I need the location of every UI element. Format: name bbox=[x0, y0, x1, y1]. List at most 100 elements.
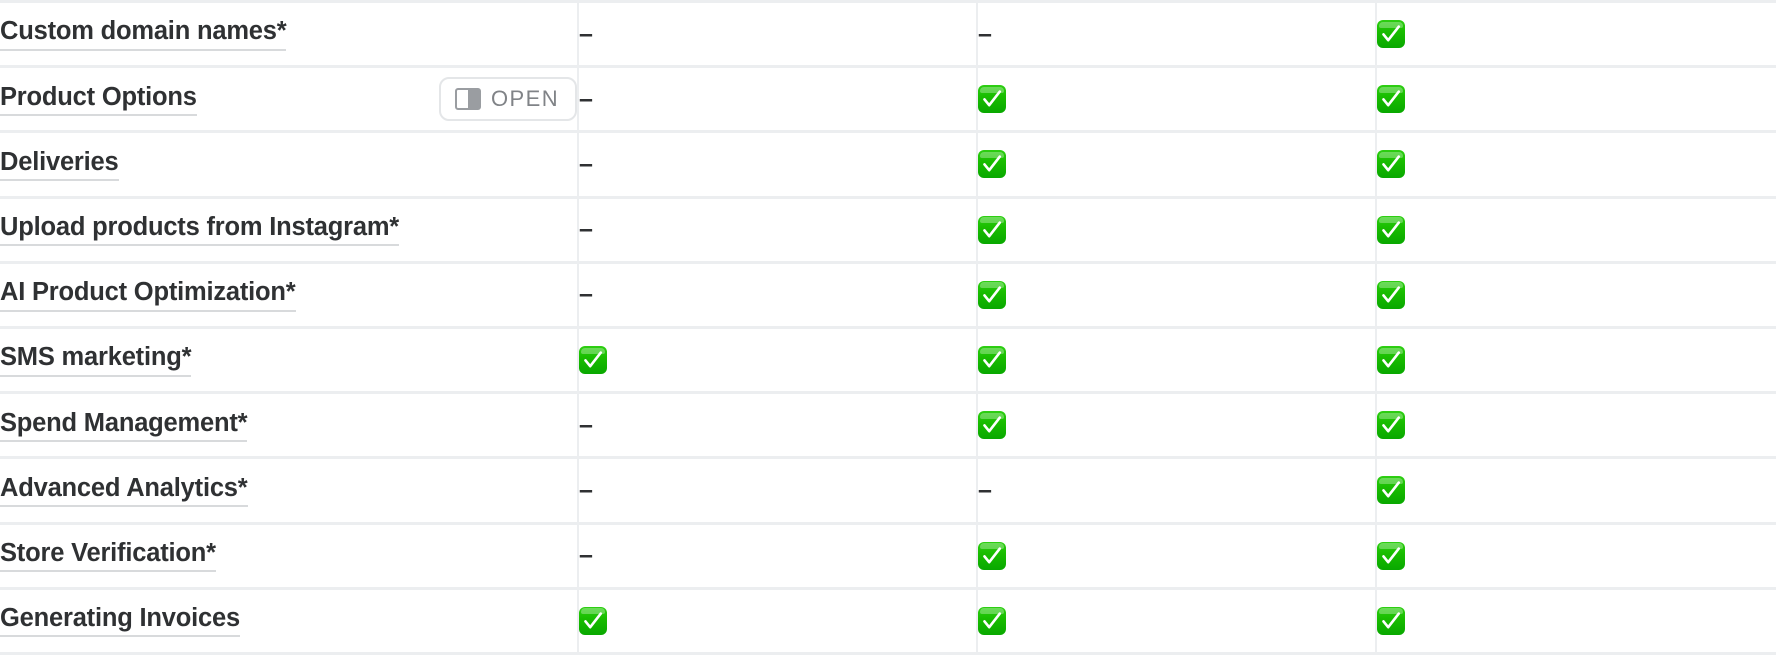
feature-name-row: Generating Invoices bbox=[0, 604, 577, 638]
feature-name-row: Product Options OPEN bbox=[0, 77, 577, 122]
feature-name-cell: Advanced Analytics* bbox=[0, 456, 579, 523]
feature-name-row: Upload products from Instagram* bbox=[0, 213, 577, 247]
feature-name-cell: Upload products from Instagram* bbox=[0, 195, 579, 263]
table-row: Upload products from Instagram* – bbox=[0, 195, 1776, 263]
plan-1-cell: – bbox=[578, 456, 978, 523]
plan-2-cell bbox=[977, 521, 1377, 589]
feature-label: Store Verification* bbox=[0, 539, 216, 573]
check-icon bbox=[978, 215, 1006, 244]
check-icon bbox=[978, 85, 1006, 114]
unavailable-dash: – bbox=[579, 541, 593, 570]
plan-2-cell bbox=[977, 260, 1377, 328]
unavailable-dash: – bbox=[579, 19, 593, 48]
check-icon bbox=[579, 346, 607, 375]
check-icon bbox=[1377, 150, 1405, 179]
plan-3-cell bbox=[1376, 260, 1776, 328]
plan-2-cell bbox=[977, 65, 1377, 132]
check-icon bbox=[579, 606, 607, 635]
check-icon bbox=[1377, 411, 1405, 440]
feature-label: Generating Invoices bbox=[0, 604, 240, 638]
check-icon bbox=[1377, 346, 1405, 375]
feature-name-row: Deliveries bbox=[0, 148, 577, 182]
feature-name-row: Spend Management* bbox=[0, 409, 577, 442]
check-icon bbox=[978, 541, 1006, 570]
feature-name-cell: Product Options OPEN bbox=[0, 65, 579, 132]
plan-2-cell bbox=[977, 391, 1377, 458]
check-icon bbox=[1377, 215, 1405, 244]
feature-comparison-table: Custom domain names* – – Product Options OPE… bbox=[0, 0, 1776, 655]
open-button-label: OPEN bbox=[491, 86, 559, 112]
table-row: Deliveries – bbox=[0, 130, 1776, 198]
feature-name-cell: Spend Management* bbox=[0, 391, 579, 458]
unavailable-dash: – bbox=[579, 280, 593, 309]
open-button[interactable]: OPEN bbox=[439, 77, 577, 122]
plan-2-cell bbox=[977, 130, 1377, 198]
feature-name-row: Custom domain names* bbox=[0, 17, 577, 51]
feature-name-cell: Custom domain names* bbox=[0, 0, 579, 67]
feature-name-row: Advanced Analytics* bbox=[0, 474, 577, 508]
plan-1-cell: – bbox=[578, 521, 978, 589]
feature-label: SMS marketing* bbox=[0, 343, 192, 377]
feature-label: Deliveries bbox=[0, 148, 119, 182]
plan-2-cell: – bbox=[977, 456, 1377, 523]
check-icon bbox=[1377, 541, 1405, 570]
feature-name-cell: Store Verification* bbox=[0, 521, 579, 589]
feature-label: Custom domain names* bbox=[0, 17, 287, 51]
table-row: Store Verification* – bbox=[0, 521, 1776, 589]
plan-3-cell bbox=[1376, 0, 1776, 67]
table-row: SMS marketing* bbox=[0, 325, 1776, 393]
feature-label: Product Options bbox=[0, 83, 197, 116]
unavailable-dash: – bbox=[579, 215, 593, 244]
feature-table-body: Custom domain names* – – Product Options OPE… bbox=[0, 0, 1776, 655]
plan-1-cell: – bbox=[578, 0, 978, 67]
plan-1-cell: – bbox=[578, 130, 978, 198]
check-icon bbox=[978, 606, 1006, 635]
plan-3-cell bbox=[1376, 521, 1776, 589]
check-icon bbox=[1377, 280, 1405, 309]
check-icon bbox=[978, 411, 1006, 440]
check-icon bbox=[978, 150, 1006, 179]
table-row: Generating Invoices bbox=[0, 586, 1776, 655]
plan-1-cell: – bbox=[578, 260, 978, 328]
feature-name-row: Store Verification* bbox=[0, 539, 577, 573]
check-icon bbox=[978, 346, 1006, 375]
plan-2-cell: – bbox=[977, 0, 1377, 67]
feature-label: Spend Management* bbox=[0, 409, 248, 442]
unavailable-dash: – bbox=[579, 410, 593, 439]
table-row: Advanced Analytics* – – bbox=[0, 456, 1776, 523]
plan-3-cell bbox=[1376, 325, 1776, 393]
feature-label: AI Product Optimization* bbox=[0, 278, 296, 312]
feature-name-cell: AI Product Optimization* bbox=[0, 260, 579, 328]
feature-name-cell: Generating Invoices bbox=[0, 586, 579, 655]
unavailable-dash: – bbox=[978, 475, 992, 504]
table-row: Product Options OPEN – bbox=[0, 65, 1776, 132]
check-icon bbox=[1377, 476, 1405, 505]
plan-3-cell bbox=[1376, 586, 1776, 655]
plan-3-cell bbox=[1376, 65, 1776, 132]
unavailable-dash: – bbox=[579, 149, 593, 178]
plan-3-cell bbox=[1376, 130, 1776, 198]
check-icon bbox=[1377, 606, 1405, 635]
feature-label: Advanced Analytics* bbox=[0, 474, 248, 508]
plan-1-cell bbox=[578, 325, 978, 393]
feature-name-cell: SMS marketing* bbox=[0, 325, 579, 393]
feature-label: Upload products from Instagram* bbox=[0, 213, 399, 247]
check-icon bbox=[1377, 20, 1405, 49]
plan-3-cell bbox=[1376, 195, 1776, 263]
plan-2-cell bbox=[977, 325, 1377, 393]
feature-name-row: SMS marketing* bbox=[0, 343, 577, 377]
feature-name-cell: Deliveries bbox=[0, 130, 579, 198]
plan-3-cell bbox=[1376, 391, 1776, 458]
plan-2-cell bbox=[977, 586, 1377, 655]
table-row: Spend Management* – bbox=[0, 391, 1776, 458]
unavailable-dash: – bbox=[579, 475, 593, 504]
feature-name-row: AI Product Optimization* bbox=[0, 278, 577, 312]
plan-1-cell: – bbox=[578, 391, 978, 458]
table-row: AI Product Optimization* – bbox=[0, 260, 1776, 328]
table-row: Custom domain names* – – bbox=[0, 0, 1776, 67]
unavailable-dash: – bbox=[579, 84, 593, 113]
plan-1-cell: – bbox=[578, 195, 978, 263]
plan-3-cell bbox=[1376, 456, 1776, 523]
unavailable-dash: – bbox=[978, 19, 992, 48]
panel-icon bbox=[455, 88, 482, 111]
